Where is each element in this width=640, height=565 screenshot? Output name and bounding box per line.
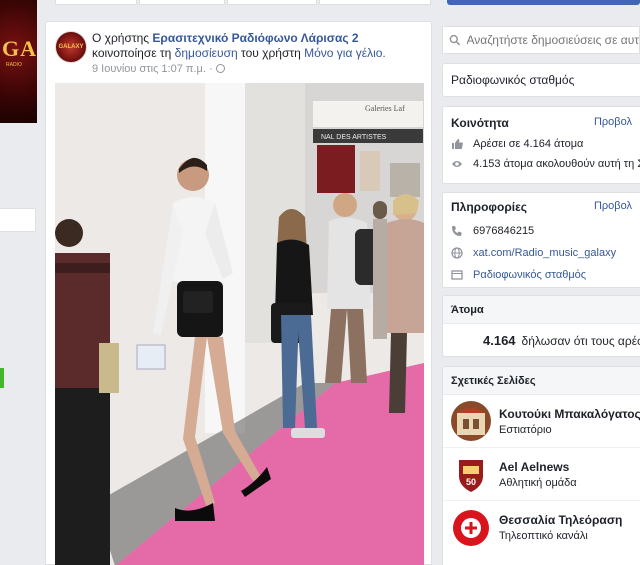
related-page-category: Τηλεοπτικό κανάλι <box>499 530 588 542</box>
top-tab-1[interactable] <box>55 0 137 5</box>
people-title: Άτομα <box>443 296 640 324</box>
related-page-item[interactable]: Θεσσαλία Τηλεόραση Τηλεοπτικό κανάλι <box>443 501 640 554</box>
community-title: Κοινότητα <box>451 116 509 130</box>
globe-icon <box>215 64 225 73</box>
crest-badge-text: 50 <box>466 477 476 487</box>
phone-number[interactable]: 6976846215 <box>473 225 534 237</box>
community-card: Κοινότητα Προβολ Αρέσει σε 4.164 άτομα 4… <box>442 106 640 184</box>
page-cover-photo[interactable]: GAXY RADIO <box>0 0 37 123</box>
related-page-name[interactable]: Ael Aelnews <box>499 460 577 474</box>
people-count: 4.164 <box>483 333 516 348</box>
globe-icon <box>451 247 463 259</box>
follows-count-text: 4.153 άτομα ακολουθούν αυτή τη Σελίδα <box>473 158 640 170</box>
post-meta: 9 Ιουνίου στις 1:07 π.μ. · <box>92 63 225 75</box>
related-page-item[interactable]: Κουτούκι Μπακαλόγατος Εστιατόριο <box>443 395 640 448</box>
related-page-thumb <box>451 401 491 441</box>
website-row: xat.com/Radio_music_galaxy <box>451 242 632 264</box>
shared-post-link[interactable]: δημοσίευση <box>175 46 238 60</box>
search-icon <box>449 34 461 46</box>
original-author-link[interactable]: Μόνο για γέλιο. <box>304 46 386 60</box>
tv-logo-icon <box>453 509 489 546</box>
people-text: δήλωσαν ότι τους αρέσει <box>521 333 640 348</box>
follow-icon <box>452 161 462 167</box>
top-tab-3[interactable] <box>227 0 317 5</box>
follows-row: 4.153 άτομα ακολουθούν αυτή τη Σελίδα <box>451 154 640 174</box>
likes-row: Αρέσει σε 4.164 άτομα <box>451 134 632 154</box>
avatar[interactable]: GALAXY <box>55 31 87 63</box>
info-category-link[interactable]: Ραδιοφωνικός σταθμός <box>473 269 586 281</box>
phone-row: 6976846215 <box>451 220 632 242</box>
related-page-category: Εστιατόριο <box>499 423 552 436</box>
left-column: GAXY RADIO <box>0 0 44 565</box>
related-page-name[interactable]: Κουτούκι Μπακαλόγατος <box>499 407 640 421</box>
related-pages-card: Σχετικές Σελίδες Κουτούκι Μπακαλόγατος Ε… <box>442 366 640 565</box>
info-see-all-link[interactable]: Προβολ <box>594 200 632 212</box>
post-action-text: κοινοποίησε τη <box>92 46 175 60</box>
shared-post: GALAXY Ο χρήστης Ερασιτεχνικό Ραδιόφωνο … <box>45 21 432 565</box>
website-link[interactable]: xat.com/Radio_music_galaxy <box>473 247 616 259</box>
ael-crest-icon: 50 <box>459 460 483 492</box>
cover-logo-subtext: RADIO <box>6 62 22 68</box>
info-card: Πληροφορίες Προβολ 6976846215 xat.com/Ra… <box>442 192 640 288</box>
top-tab-4[interactable] <box>319 0 431 5</box>
avatar-text: GALAXY <box>58 44 84 50</box>
category-card: Ραδιοφωνικός σταθμός <box>442 63 640 97</box>
page-category[interactable]: Ραδιοφωνικός σταθμός <box>451 73 632 87</box>
left-side-box[interactable] <box>0 208 36 232</box>
top-tab-2[interactable] <box>139 0 225 5</box>
search-input[interactable] <box>466 33 639 47</box>
post-author-link[interactable]: Ερασιτεχνικό Ραδιόφωνο Λάρισας 2 <box>152 31 358 45</box>
related-page-thumb <box>451 507 491 548</box>
related-title: Σχετικές Σελίδες <box>443 367 640 395</box>
post-timestamp[interactable]: 9 Ιουνίου στις 1:07 π.μ. · <box>92 63 213 75</box>
info-title: Πληροφορίες <box>451 200 528 214</box>
people-card: Άτομα 4.164 δήλωσαν ότι τους αρέσει <box>442 295 640 357</box>
people-row[interactable]: 4.164 δήλωσαν ότι τους αρέσει <box>443 324 640 356</box>
related-page-name[interactable]: Θεσσαλία Τηλεόραση <box>499 513 622 527</box>
likes-count-text: Αρέσει σε 4.164 άτομα <box>473 138 584 150</box>
search-box[interactable] <box>442 26 640 54</box>
related-page-category: Αθλητική ομάδα <box>499 476 577 489</box>
related-page-thumb: 50 <box>451 454 491 494</box>
category-icon <box>451 270 463 280</box>
post-header: Ο χρήστης Ερασιτεχνικό Ραδιόφωνο Λάρισας… <box>92 31 422 61</box>
like-icon <box>452 139 463 149</box>
phone-icon <box>452 226 462 236</box>
top-action-button[interactable] <box>447 0 640 5</box>
cover-logo-text: GAXY <box>2 36 37 61</box>
related-page-item[interactable]: 50 Ael Aelnews Αθλητική ομάδα <box>443 448 640 501</box>
booth-sign-text-2: NAL DES ARTISTES <box>321 134 387 141</box>
restaurant-thumb-icon <box>451 401 491 441</box>
photo-illustration: Galeries Laf NAL DES ARTISTES <box>55 83 424 565</box>
post-middle-text: του χρήστη <box>237 46 305 60</box>
booth-sign-text: Galeries Laf <box>365 104 405 113</box>
community-see-all-link[interactable]: Προβολ <box>594 116 632 128</box>
post-prefix: Ο χρήστης <box>92 31 153 45</box>
online-indicator <box>0 368 4 388</box>
info-category-row: Ραδιοφωνικός σταθμός <box>451 264 632 286</box>
post-photo[interactable]: Galeries Laf NAL DES ARTISTES <box>55 83 424 565</box>
